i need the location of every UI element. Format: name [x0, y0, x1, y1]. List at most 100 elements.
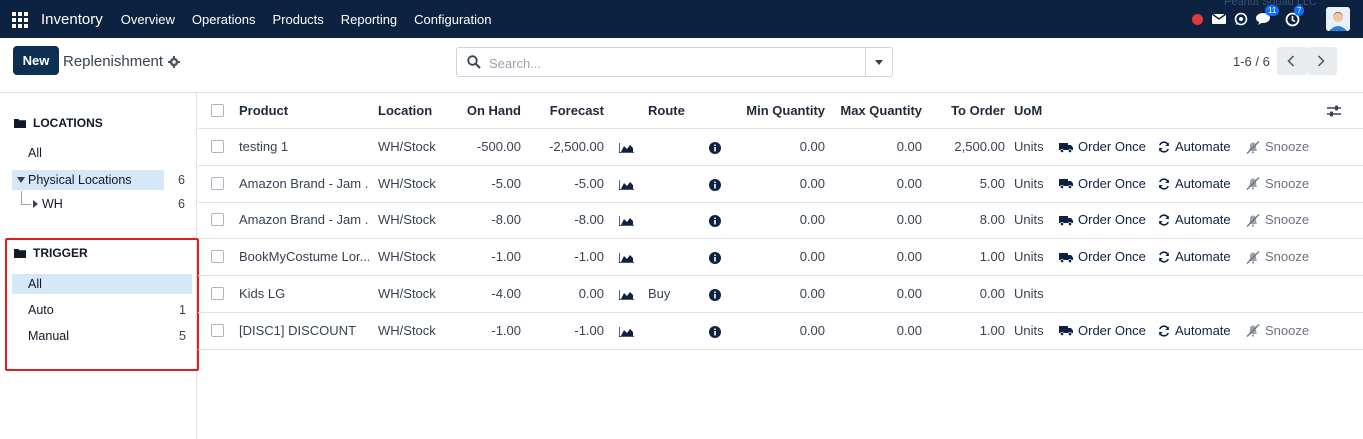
- menu-reporting[interactable]: Reporting: [341, 12, 397, 27]
- snooze-button[interactable]: Snooze: [1246, 202, 1309, 238]
- wh-location-count: 6: [178, 197, 185, 211]
- trigger-all[interactable]: All: [28, 277, 42, 291]
- header-max-quantity[interactable]: Max Quantity: [828, 93, 922, 129]
- row-checkbox[interactable]: [211, 250, 224, 264]
- automate-button[interactable]: Automate: [1158, 166, 1231, 202]
- automate-button[interactable]: Automate: [1158, 239, 1231, 275]
- select-all-checkbox[interactable]: [211, 104, 224, 117]
- min-quantity-cell[interactable]: 0.00: [718, 202, 825, 238]
- max-quantity-cell[interactable]: 0.00: [828, 166, 922, 202]
- to-order-cell[interactable]: 1.00: [928, 313, 1005, 349]
- to-order-cell[interactable]: 8.00: [928, 202, 1005, 238]
- pager-value[interactable]: 1-6 / 6: [1233, 54, 1270, 69]
- menu-configuration[interactable]: Configuration: [414, 12, 491, 27]
- header-uom[interactable]: UoM: [1014, 93, 1042, 129]
- refresh-icon: [1158, 324, 1170, 337]
- table-row[interactable]: [DISC1] DISCOUNT WH/Stock -1.00 -1.00 0.00 0.…: [198, 313, 1363, 350]
- new-button[interactable]: New: [13, 46, 59, 75]
- max-quantity-cell[interactable]: 0.00: [828, 239, 922, 275]
- search-options-toggle[interactable]: [865, 48, 892, 76]
- activity-clock-icon[interactable]: 7: [1285, 4, 1305, 27]
- trigger-auto[interactable]: Auto: [28, 303, 54, 317]
- forecast-chart-icon[interactable]: [619, 326, 634, 337]
- product-cell[interactable]: Amazon Brand - Jam ...: [239, 166, 369, 202]
- order-once-button[interactable]: Order Once: [1059, 202, 1146, 238]
- order-once-button[interactable]: Order Once: [1059, 129, 1146, 165]
- to-order-cell[interactable]: 0.00: [928, 276, 1005, 312]
- table-row[interactable]: BookMyCostume Lor... WH/Stock -1.00 -1.00 0.…: [198, 239, 1363, 277]
- header-to-order[interactable]: To Order: [928, 93, 1005, 129]
- control-panel: New Replenishment 1-6 / 6: [0, 38, 1363, 93]
- header-on-hand[interactable]: On Hand: [448, 93, 521, 129]
- caret-down-icon[interactable]: [17, 177, 25, 183]
- max-quantity-cell[interactable]: 0.00: [828, 202, 922, 238]
- product-cell[interactable]: [DISC1] DISCOUNT: [239, 313, 369, 349]
- automate-button[interactable]: Automate: [1158, 129, 1231, 165]
- app-brand[interactable]: Inventory: [41, 11, 103, 28]
- order-once-button[interactable]: Order Once: [1059, 166, 1146, 202]
- user-avatar[interactable]: [1326, 7, 1350, 31]
- search-input[interactable]: [489, 53, 859, 73]
- snooze-button[interactable]: Snooze: [1246, 129, 1309, 165]
- product-cell[interactable]: BookMyCostume Lor...: [239, 239, 369, 275]
- forecast-chart-icon[interactable]: [619, 179, 634, 190]
- locations-all[interactable]: All: [28, 146, 42, 160]
- min-quantity-cell[interactable]: 0.00: [718, 129, 825, 165]
- automate-button[interactable]: Automate: [1158, 202, 1231, 238]
- chat-icon[interactable]: 11: [1256, 4, 1280, 27]
- product-cell[interactable]: Amazon Brand - Jam ...: [239, 202, 369, 238]
- header-route[interactable]: Route: [648, 93, 685, 129]
- table-row[interactable]: testing 1 WH/Stock -500.00 -2,500.00 0.00 0.0…: [198, 129, 1363, 166]
- min-quantity-cell[interactable]: 0.00: [718, 276, 825, 312]
- menu-operations[interactable]: Operations: [192, 12, 256, 27]
- to-order-cell[interactable]: 2,500.00: [928, 129, 1005, 165]
- header-product[interactable]: Product: [239, 93, 288, 129]
- product-cell[interactable]: Kids LG: [239, 276, 369, 312]
- row-checkbox[interactable]: [211, 286, 224, 300]
- trigger-manual[interactable]: Manual: [28, 329, 69, 343]
- pager-previous-button[interactable]: [1277, 47, 1307, 75]
- table-row[interactable]: Kids LG WH/Stock -4.00 0.00 Buy 0.00 0.00 0.00 U…: [198, 276, 1363, 313]
- whatsapp-icon[interactable]: [1234, 12, 1249, 27]
- gear-icon[interactable]: [168, 56, 180, 68]
- max-quantity-cell[interactable]: 0.00: [828, 313, 922, 349]
- automate-button[interactable]: Automate: [1158, 313, 1231, 349]
- order-once-button[interactable]: Order Once: [1059, 239, 1146, 275]
- app-grid-icon[interactable]: [12, 12, 28, 28]
- row-checkbox[interactable]: [211, 323, 224, 337]
- snooze-button[interactable]: Snooze: [1246, 166, 1309, 202]
- table-row[interactable]: Amazon Brand - Jam ... WH/Stock -5.00 -5.00…: [198, 166, 1363, 203]
- row-checkbox[interactable]: [211, 176, 224, 190]
- max-quantity-cell[interactable]: 0.00: [828, 276, 922, 312]
- mail-icon[interactable]: [1211, 12, 1227, 27]
- snooze-button[interactable]: Snooze: [1246, 239, 1309, 275]
- snooze-button[interactable]: Snooze: [1246, 313, 1309, 349]
- order-once-button[interactable]: Order Once: [1059, 313, 1146, 349]
- forecast-chart-icon[interactable]: [619, 253, 634, 264]
- to-order-cell[interactable]: 1.00: [928, 239, 1005, 275]
- row-checkbox[interactable]: [211, 213, 224, 227]
- pager-next-button[interactable]: [1307, 47, 1337, 75]
- forecast-chart-icon[interactable]: [619, 289, 634, 300]
- wh-location-item[interactable]: WH: [42, 197, 63, 211]
- header-location[interactable]: Location: [378, 93, 432, 129]
- forecast-chart-icon[interactable]: [619, 143, 634, 153]
- optional-columns-icon[interactable]: [1327, 104, 1341, 118]
- header-forecast[interactable]: Forecast: [528, 93, 604, 129]
- max-quantity-cell[interactable]: 0.00: [828, 129, 922, 165]
- recording-indicator-icon[interactable]: [1192, 13, 1203, 25]
- forecast-chart-icon[interactable]: [619, 216, 634, 227]
- physical-locations-item[interactable]: Physical Locations: [28, 173, 132, 187]
- product-cell[interactable]: testing 1: [239, 129, 369, 165]
- min-quantity-cell[interactable]: 0.00: [718, 166, 825, 202]
- caret-right-icon[interactable]: [33, 200, 38, 208]
- to-order-cell[interactable]: 5.00: [928, 166, 1005, 202]
- header-min-quantity[interactable]: Min Quantity: [718, 93, 825, 129]
- menu-products[interactable]: Products: [272, 12, 323, 27]
- row-checkbox[interactable]: [211, 140, 224, 153]
- table-row[interactable]: Amazon Brand - Jam ... WH/Stock -8.00 -8.00…: [198, 202, 1363, 240]
- min-quantity-cell[interactable]: 0.00: [718, 239, 825, 275]
- menu-overview[interactable]: Overview: [121, 12, 175, 27]
- min-quantity-cell[interactable]: 0.00: [718, 313, 825, 349]
- route-cell[interactable]: Buy: [648, 276, 670, 312]
